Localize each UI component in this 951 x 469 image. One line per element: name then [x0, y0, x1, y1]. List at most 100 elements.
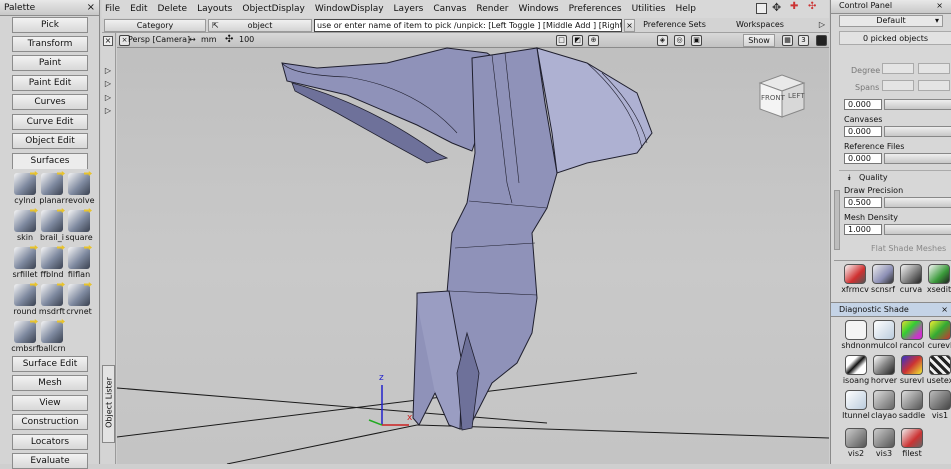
- diag-tool-usetex[interactable]: usetex: [925, 355, 951, 385]
- preference-sets-button[interactable]: Preference Sets: [624, 19, 725, 32]
- object-lister-tab[interactable]: Object Lister: [102, 365, 115, 443]
- canvases-field[interactable]: 0.000: [844, 126, 882, 137]
- tool-ballcrn[interactable]: ballcrn: [38, 321, 66, 353]
- palette-button-object-edit[interactable]: Object Edit: [12, 133, 88, 149]
- palette-button-mesh[interactable]: Mesh: [12, 375, 88, 391]
- tool-filflan[interactable]: filflan: [65, 247, 93, 279]
- palette-button-view[interactable]: View: [12, 395, 88, 411]
- picked-objects-field[interactable]: 0 picked objects: [839, 31, 951, 45]
- close-icon[interactable]: ×: [936, 1, 943, 12]
- mesh-density-slider[interactable]: [884, 224, 951, 235]
- triangle-right-icon[interactable]: ▷: [103, 80, 113, 90]
- palette-button-locators[interactable]: Locators: [12, 434, 88, 450]
- shelf-tool-xsedit[interactable]: xsedit: [924, 264, 951, 294]
- diag-tool-vis3[interactable]: vis3: [869, 428, 899, 458]
- degree-field[interactable]: [882, 63, 914, 74]
- spans-field[interactable]: [882, 80, 914, 91]
- diag-tool-curevl[interactable]: curevl: [925, 320, 951, 350]
- palette-button-surface-edit[interactable]: Surface Edit: [12, 356, 88, 372]
- workspaces-button[interactable]: Workspaces: [725, 19, 795, 32]
- palette-button-pick[interactable]: Pick: [12, 17, 88, 33]
- reference-files-field[interactable]: 0.000: [844, 153, 882, 164]
- canvases-slider[interactable]: [884, 126, 951, 137]
- shelf-tool-curva[interactable]: curva: [896, 264, 926, 294]
- tool-revolve[interactable]: revolve: [65, 173, 95, 205]
- diagnostic-shade-header[interactable]: Diagnostic Shade ×: [831, 302, 951, 317]
- menu-file[interactable]: File: [105, 4, 120, 14]
- quality-section-header[interactable]: ⯯ Quality: [839, 170, 951, 184]
- object-filter-button[interactable]: ⇱ object: [208, 19, 312, 32]
- palette-button-curves[interactable]: Curves: [12, 94, 88, 110]
- palette-button-paint-edit[interactable]: Paint Edit: [12, 75, 88, 91]
- snap-icon[interactable]: ✚: [790, 1, 798, 12]
- menu-objectdisplay[interactable]: ObjectDisplay: [242, 4, 305, 14]
- diag-tool-vis1[interactable]: vis1: [925, 390, 951, 420]
- menu-layers[interactable]: Layers: [394, 4, 424, 14]
- triangle-right-icon[interactable]: ▷: [817, 19, 827, 32]
- view-cube[interactable]: FRONT LEFT: [757, 73, 807, 119]
- palette-button-construction[interactable]: Construction: [12, 414, 88, 430]
- diag-tool-mulcol[interactable]: mulcol: [869, 320, 899, 350]
- menu-windowdisplay[interactable]: WindowDisplay: [315, 4, 384, 14]
- diag-tool-rancol[interactable]: rancol: [897, 320, 927, 350]
- diag-tool-isoang[interactable]: isoang: [841, 355, 871, 385]
- pick-name-input[interactable]: use or enter name of item to pick /unpic…: [314, 19, 622, 32]
- shelf-tool-scnsrf[interactable]: scnsrf: [868, 264, 898, 294]
- diag-tool-filest[interactable]: filest: [897, 428, 927, 458]
- diag-tool-surevl[interactable]: surevl: [897, 355, 927, 385]
- palette-button-surfaces[interactable]: Surfaces: [12, 153, 88, 169]
- diag-tool-saddle[interactable]: saddle: [897, 390, 927, 420]
- diag-tool-clayao[interactable]: clayao: [869, 390, 899, 420]
- menu-canvas[interactable]: Canvas: [433, 4, 466, 14]
- tool-round[interactable]: round: [11, 284, 39, 316]
- tool-crvnet[interactable]: crvnet: [65, 284, 93, 316]
- diag-tool-ltunnel[interactable]: ltunnel: [841, 390, 871, 420]
- view-cube-left[interactable]: LEFT: [788, 92, 805, 100]
- menu-layouts[interactable]: Layouts: [197, 4, 232, 14]
- layout-icon[interactable]: [756, 3, 767, 14]
- menu-delete[interactable]: Delete: [158, 4, 188, 14]
- diag-tool-horver[interactable]: horver: [869, 355, 899, 385]
- palette-button-curve-edit[interactable]: Curve Edit: [12, 114, 88, 130]
- close-icon[interactable]: ×: [941, 303, 948, 316]
- spans-field-2[interactable]: [918, 80, 950, 91]
- perspective-viewport[interactable]: × Persp [Camera] ↔ mm ✣ 100 □ ◩ ⊕ ◈ ◎ ▣ …: [117, 33, 829, 464]
- triangle-right-icon[interactable]: ▷: [103, 94, 113, 104]
- tool-srfillet[interactable]: srfillet: [11, 247, 39, 279]
- transform-icon[interactable]: ✥: [772, 1, 781, 14]
- category-button[interactable]: Category: [104, 19, 206, 32]
- mesh-density-field[interactable]: 1.000: [844, 224, 882, 235]
- close-icon[interactable]: ×: [103, 36, 113, 46]
- menu-windows[interactable]: Windows: [518, 4, 558, 14]
- degree-field-2[interactable]: [918, 63, 950, 74]
- palette-button-transform[interactable]: Transform: [12, 36, 88, 52]
- reference-files-slider[interactable]: [884, 153, 951, 164]
- tool-ffblnd[interactable]: ffblnd: [38, 247, 66, 279]
- tool-msdrft[interactable]: msdrft: [38, 284, 66, 316]
- scrollbar[interactable]: [834, 190, 840, 250]
- diag-tool-vis2[interactable]: vis2: [841, 428, 871, 458]
- menu-help[interactable]: Help: [675, 4, 696, 14]
- close-icon[interactable]: ×: [87, 2, 95, 13]
- menu-utilities[interactable]: Utilities: [632, 4, 666, 14]
- value-slider[interactable]: [884, 99, 951, 110]
- tool-cmbsrf[interactable]: cmbsrf: [11, 321, 39, 353]
- preset-dropdown[interactable]: Default ▾: [839, 15, 943, 27]
- tool-cylnd[interactable]: cylnd: [11, 173, 39, 205]
- shelf-tool-xfrmcv[interactable]: xfrmcv: [840, 264, 870, 294]
- view-cube-front[interactable]: FRONT: [761, 94, 785, 102]
- tool-skin[interactable]: skin: [11, 210, 39, 242]
- value-field[interactable]: 0.000: [844, 99, 882, 110]
- menu-edit[interactable]: Edit: [130, 4, 147, 14]
- draw-precision-field[interactable]: 0.500: [844, 197, 882, 208]
- palette-button-paint[interactable]: Paint: [12, 55, 88, 71]
- tool-planar[interactable]: planar: [38, 173, 66, 205]
- triangle-right-icon[interactable]: ▷: [103, 67, 113, 77]
- diag-tool-shdnon[interactable]: shdnon: [841, 320, 871, 350]
- tool-square[interactable]: square: [65, 210, 93, 242]
- tool-brail[interactable]: brail_i: [38, 210, 66, 242]
- menu-preferences[interactable]: Preferences: [569, 4, 622, 14]
- palette-button-evaluate[interactable]: Evaluate: [12, 453, 88, 469]
- menu-render[interactable]: Render: [476, 4, 508, 14]
- magnet-icon[interactable]: ✣: [808, 1, 816, 12]
